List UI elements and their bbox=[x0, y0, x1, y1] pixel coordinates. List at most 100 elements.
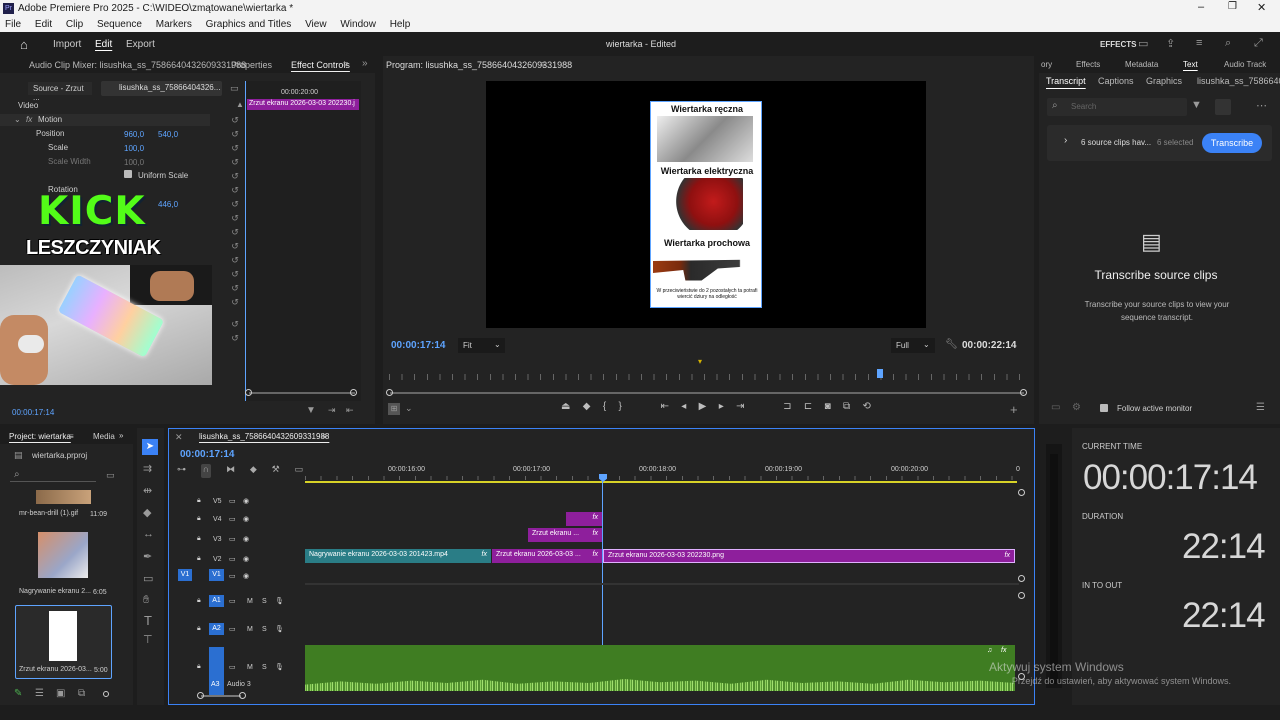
track-a1-label[interactable]: A1 bbox=[209, 595, 224, 607]
reset-icon[interactable]: ↺ bbox=[229, 225, 241, 239]
menu-graphics[interactable]: Graphics and Titles bbox=[206, 19, 292, 30]
go-to-in-icon[interactable]: ⇤ bbox=[661, 401, 669, 415]
tab-captions[interactable]: Captions bbox=[1098, 76, 1134, 86]
sequence-tab[interactable]: lisushka_ss_75866404326... bbox=[101, 81, 222, 96]
insert-icon[interactable]: ⊐ bbox=[783, 401, 791, 415]
add-marker-icon[interactable]: ◆ bbox=[250, 464, 257, 478]
item-selected[interactable]: Zrzut ekranu 2026-03... 5:00 bbox=[15, 605, 112, 679]
follow-monitor-checkbox[interactable] bbox=[1100, 404, 1108, 412]
clip-v2-screenshot-b[interactable]: Zrzut ekranu 2026-03-03 202230.png fx bbox=[603, 549, 1015, 563]
panel-icon[interactable]: ▭ bbox=[1138, 37, 1148, 50]
lock-icon[interactable]: 🔒︎ bbox=[197, 663, 201, 671]
reset-icon[interactable]: ↺ bbox=[229, 113, 241, 127]
extra-value[interactable]: 446,0 bbox=[158, 200, 178, 209]
scroll-handle-left[interactable] bbox=[245, 389, 252, 396]
reset-icon[interactable]: ↺ bbox=[229, 127, 241, 141]
sliders-icon[interactable]: ☰ bbox=[1256, 402, 1265, 413]
settings-grid-icon[interactable]: ⊞ bbox=[388, 403, 400, 415]
reset-icon[interactable]: ↺ bbox=[229, 331, 241, 345]
camera-icon[interactable]: ◙ bbox=[825, 401, 831, 415]
mini-scrollbar[interactable] bbox=[249, 392, 355, 394]
add-marker-icon[interactable]: ◆ bbox=[583, 401, 591, 415]
list-view-icon[interactable]: ☰ bbox=[35, 688, 44, 699]
reset-icon[interactable]: ↺ bbox=[229, 267, 241, 281]
clip-v5[interactable]: fx bbox=[566, 512, 602, 526]
tab-audio-clip-mixer[interactable]: Audio Clip Mixer: lisushka_ss_7586640432… bbox=[29, 60, 246, 70]
slip-icon[interactable]: ↔ bbox=[143, 528, 154, 540]
zoom-handle-left[interactable] bbox=[386, 389, 393, 396]
eye-icon[interactable]: ◉ bbox=[243, 535, 249, 543]
type-tool-icon[interactable]: T bbox=[144, 613, 152, 628]
reset-icon[interactable]: ↺ bbox=[229, 211, 241, 225]
tab-media[interactable]: Media bbox=[93, 432, 115, 441]
trim-icon[interactable]: ⟲ bbox=[863, 401, 871, 415]
clip-v3[interactable]: Zrzut ekranu ... fx bbox=[528, 528, 602, 542]
program-ruler[interactable] bbox=[389, 374, 1025, 380]
effect-current-time[interactable]: 00:00:17:14 bbox=[12, 408, 54, 417]
solo-button[interactable]: S bbox=[262, 626, 267, 633]
eye-icon[interactable]: ◉ bbox=[243, 497, 249, 505]
solo-button[interactable]: S bbox=[262, 598, 267, 605]
linked-icon[interactable]: ⧓ bbox=[226, 464, 235, 478]
sync-icon[interactable]: ▭ bbox=[229, 515, 236, 523]
export-frame-icon[interactable]: ⇥ bbox=[328, 405, 336, 416]
menu-lines-icon[interactable]: ≡ bbox=[1196, 37, 1202, 49]
menu-file[interactable]: File bbox=[5, 19, 21, 30]
menu-sequence[interactable]: Sequence bbox=[97, 19, 142, 30]
nest-icon[interactable]: ⊶ bbox=[177, 464, 186, 478]
settings-icon[interactable]: ⚙︎ bbox=[1072, 402, 1081, 413]
step-forward-icon[interactable]: ▸ bbox=[719, 401, 724, 415]
clip-v2-recording[interactable]: Nagrywanie ekranu 2026-03-03 201423.mp4 f… bbox=[305, 549, 491, 563]
more-icon[interactable]: ⋯ bbox=[1256, 99, 1267, 112]
source-clips-row[interactable]: › 6 source clips hav... 6 selected Trans… bbox=[1047, 125, 1272, 161]
mark-in-icon[interactable]: { bbox=[603, 401, 606, 415]
project-search[interactable]: ⌕ bbox=[10, 469, 96, 482]
mic-icon[interactable]: 🎙︎ bbox=[275, 663, 284, 671]
program-menu-icon[interactable]: ≡ bbox=[541, 59, 546, 69]
solo-button[interactable]: S bbox=[262, 664, 267, 671]
tab-sequence[interactable]: lisushka_ss_75866404 bbox=[1197, 76, 1280, 86]
audio-vscroll-top[interactable] bbox=[1018, 592, 1025, 599]
lock-icon[interactable]: 🔒︎ bbox=[197, 515, 201, 523]
toggle-icon[interactable]: ▭ bbox=[230, 83, 239, 94]
hscroll-left[interactable] bbox=[197, 692, 204, 699]
tab-export[interactable]: Export bbox=[126, 39, 155, 50]
expand-motion-icon[interactable]: ⌄ bbox=[14, 115, 21, 124]
minimize-icon[interactable]: – bbox=[1198, 1, 1204, 13]
sequence-menu-icon[interactable]: ≡ bbox=[322, 432, 327, 441]
tab-history[interactable]: ory bbox=[1041, 60, 1052, 69]
snap-icon[interactable]: ∩ bbox=[200, 464, 212, 478]
program-timecode[interactable]: 00:00:17:14 bbox=[391, 340, 445, 351]
step-back-icon[interactable]: ◂ bbox=[681, 401, 686, 415]
reset-icon[interactable]: ↺ bbox=[229, 253, 241, 267]
track-a2-label[interactable]: A2 bbox=[209, 623, 224, 635]
share-icon[interactable]: ⇪ bbox=[1166, 37, 1175, 50]
overwrite-icon[interactable]: ⊏ bbox=[804, 401, 812, 415]
zoom-slider[interactable] bbox=[103, 691, 109, 697]
thumb-recording[interactable] bbox=[38, 532, 88, 578]
captions-icon[interactable]: ▭ bbox=[294, 464, 303, 478]
vscroll-bottom[interactable] bbox=[1018, 575, 1025, 582]
hscroll-right[interactable] bbox=[239, 692, 246, 699]
reset-icon[interactable]: ↺ bbox=[229, 141, 241, 155]
lock-icon[interactable]: 🔒︎ bbox=[197, 535, 201, 543]
transcribe-button[interactable]: Transcribe bbox=[1202, 133, 1262, 153]
motion-row[interactable]: ⌄ fx Motion bbox=[0, 114, 210, 126]
selection-tool-icon[interactable]: ➤ bbox=[142, 439, 158, 455]
sync-icon[interactable]: ▭ bbox=[229, 497, 236, 505]
menu-markers[interactable]: Markers bbox=[156, 19, 192, 30]
clip-v2-screenshot-a[interactable]: Zrzut ekranu 2026-03-03 ... fx bbox=[492, 549, 602, 563]
source-v1-patch[interactable]: V1 bbox=[178, 569, 192, 581]
track-select-icon[interactable]: ⇉ bbox=[143, 462, 152, 475]
mini-clip[interactable]: Zrzut ekranu 2026-03-03 202230.j bbox=[247, 99, 359, 110]
menu-clip[interactable]: Clip bbox=[66, 19, 83, 30]
uniform-scale-checkbox[interactable] bbox=[124, 170, 132, 178]
tab-menu-icon[interactable]: ≡ bbox=[69, 432, 74, 441]
sync-icon[interactable]: ▭ bbox=[229, 572, 236, 580]
rectangle-icon[interactable]: ▭ bbox=[143, 572, 153, 585]
pencil-icon[interactable]: ✎ bbox=[14, 688, 22, 699]
lock-icon[interactable]: 🔒︎ bbox=[197, 555, 201, 563]
scale-value[interactable]: 100,0 bbox=[124, 144, 144, 153]
effects-label[interactable]: EFFECTS bbox=[1100, 40, 1136, 49]
program-zoom-bar[interactable] bbox=[390, 392, 1024, 394]
